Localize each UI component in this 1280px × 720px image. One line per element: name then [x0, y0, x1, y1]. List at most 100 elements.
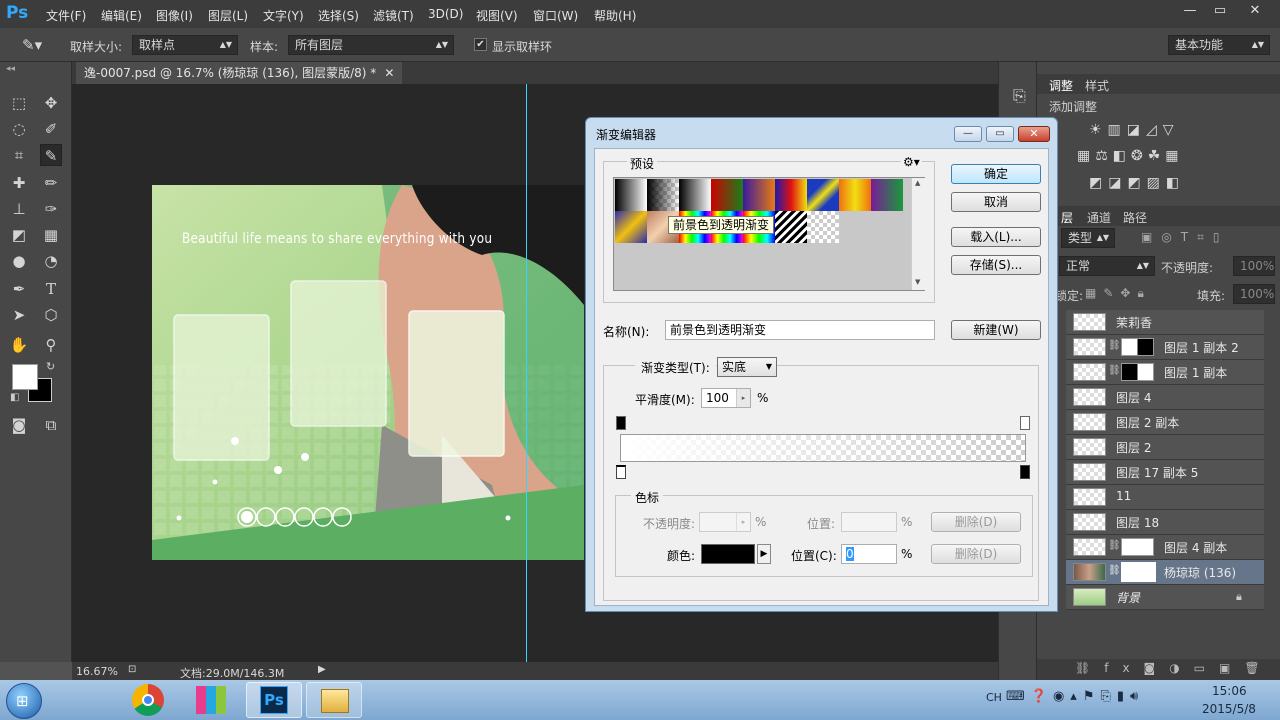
guide-line[interactable] [526, 84, 527, 662]
layer-mask-thumbnail[interactable] [1121, 338, 1154, 356]
menu-layer[interactable]: 图层(L) [208, 7, 248, 24]
close-tab-icon[interactable]: ✕ [384, 66, 394, 80]
brush-tool-icon[interactable]: ✏ [40, 172, 62, 194]
menu-image[interactable]: 图像(I) [156, 7, 193, 24]
photoshop-taskbar-button[interactable]: Ps [246, 682, 302, 718]
document-tab[interactable]: 逸-0007.psd @ 16.7% (杨琼琼 (136), 图层蒙版/8) *… [76, 62, 403, 84]
input-language[interactable]: CH [986, 691, 1002, 704]
adjustment-icons-row-1[interactable]: ☀▥◪◿▽ [1089, 122, 1180, 138]
path-select-tool-icon[interactable]: ➤ [8, 304, 30, 326]
layer-row[interactable]: 图层 17 副本 5 [1066, 460, 1264, 485]
screen-mode-icon[interactable]: ⧉ [40, 414, 62, 436]
preset-swatch[interactable] [807, 179, 839, 211]
layer-mask-thumbnail[interactable] [1121, 538, 1154, 556]
blend-mode-select[interactable]: 正常 ▲▼ [1059, 256, 1155, 276]
fill-field[interactable]: 100% [1233, 284, 1275, 304]
menu-help[interactable]: 帮助(H) [594, 7, 636, 24]
menu-type[interactable]: 文字(Y) [263, 7, 304, 24]
sample-size-select[interactable]: 取样点 ▲▼ [132, 35, 238, 55]
start-button[interactable]: ⊞ [6, 683, 42, 719]
tab-adjustments[interactable]: 调整 [1049, 77, 1073, 94]
marquee-tool-icon[interactable]: ⬚ [8, 92, 30, 114]
save-button[interactable]: 存储(S)... [951, 255, 1041, 275]
workspace-select[interactable]: 基本功能 ▲▼ [1168, 35, 1270, 55]
blur-tool-icon[interactable]: ● [8, 250, 30, 272]
hand-tool-icon[interactable]: ✋ [8, 334, 30, 356]
link-icon[interactable]: ⛓ [1108, 365, 1121, 376]
menu-view[interactable]: 视图(V) [476, 7, 518, 24]
tab-paths[interactable]: 路径 [1123, 209, 1147, 226]
stop-color-swatch[interactable] [701, 544, 755, 564]
healing-tool-icon[interactable]: ✚ [8, 172, 30, 194]
presets-scrollbar[interactable]: ▲ ▼ [911, 178, 925, 290]
tab-channels[interactable]: 通道 [1087, 209, 1111, 226]
clock-time[interactable]: 15:06 [1212, 684, 1247, 698]
zoom-level[interactable]: 16.67% [76, 665, 118, 678]
menu-edit[interactable]: 编辑(E) [101, 7, 142, 24]
shape-tool-icon[interactable]: ⬡ [40, 304, 62, 326]
preset-swatch[interactable] [615, 211, 647, 243]
preset-swatch[interactable] [775, 179, 807, 211]
minimize-icon[interactable]: — [1175, 2, 1205, 20]
preset-swatch[interactable] [839, 179, 871, 211]
scroll-down-icon[interactable]: ▼ [915, 278, 920, 286]
opacity-stop-left[interactable] [616, 416, 626, 430]
zoom-tool-icon[interactable]: ⚲ [40, 334, 62, 356]
menu-select[interactable]: 选择(S) [318, 7, 359, 24]
layer-footer-icons[interactable]: ⛓fx◙◑▭▣🗑︎ [1075, 661, 1274, 675]
color-menu-arrow-icon[interactable]: ▶ [757, 544, 771, 564]
lasso-tool-icon[interactable]: ◌ [8, 118, 30, 140]
opacity-stop-right[interactable] [1020, 416, 1030, 430]
chrome-taskbar-icon[interactable] [132, 684, 164, 716]
explorer-taskbar-button[interactable] [306, 682, 362, 718]
eraser-tool-icon[interactable]: ◩ [8, 224, 30, 246]
layer-row-selected[interactable]: ⛓ 杨琼琼 (136) [1066, 560, 1264, 585]
preset-swatch[interactable] [679, 179, 711, 211]
history-panel-icon[interactable]: ⎘ [1013, 86, 1026, 106]
new-button[interactable]: 新建(W) [951, 320, 1041, 340]
gradient-tool-icon[interactable]: ▦ [40, 224, 62, 246]
layer-filter-select[interactable]: 类型 ▲▼ [1061, 228, 1115, 248]
layer-mask-thumbnail[interactable] [1121, 562, 1156, 582]
layer-row[interactable]: ⛓ 图层 4 副本 [1066, 535, 1264, 560]
layer-row[interactable]: 图层 2 副本 [1066, 410, 1264, 435]
preset-swatch[interactable] [647, 179, 679, 211]
adjustment-icons-row-2[interactable]: ▦⚖◧❂☘▦ [1077, 148, 1184, 164]
stop-location-input[interactable]: 0 [841, 544, 897, 564]
menu-filter[interactable]: 滤镜(T) [373, 7, 414, 24]
eyedropper-icon[interactable]: ✎▾ [22, 36, 42, 54]
collapse-icon[interactable]: ◂◂ [6, 64, 15, 74]
ok-button[interactable]: 确定 [951, 164, 1041, 184]
layer-row[interactable]: ⛓ 图层 1 副本 [1066, 360, 1264, 385]
link-icon[interactable]: ⛓ [1108, 540, 1121, 551]
type-tool-icon[interactable]: T [40, 278, 62, 300]
eyedropper-tool-icon[interactable]: ✎ [40, 144, 62, 166]
layer-row[interactable]: 背景 🔒︎ [1066, 585, 1264, 610]
color-stop-right[interactable] [1020, 465, 1030, 479]
tab-styles[interactable]: 样式 [1085, 77, 1109, 94]
pen-tool-icon[interactable]: ✒ [8, 278, 30, 300]
presets-gear-icon[interactable]: ⚙▾ [901, 155, 922, 169]
load-button[interactable]: 载入(L)... [951, 227, 1041, 247]
status-icon[interactable]: ⊡ [128, 664, 136, 675]
menu-window[interactable]: 窗口(W) [533, 7, 578, 24]
preset-swatch[interactable] [871, 179, 903, 211]
tab-layers[interactable]: 层 [1061, 209, 1073, 226]
tray-icons[interactable]: ⌨❓◉▴⚑⎘▮🔊︎ [1006, 689, 1144, 704]
close-icon[interactable]: ✕ [1240, 2, 1270, 20]
play-arrow-icon[interactable]: ▶ [318, 664, 326, 675]
layer-row[interactable]: 图层 2 [1066, 435, 1264, 460]
chevron-right-icon[interactable]: ▸ [736, 389, 750, 407]
layer-row[interactable]: 图层 4 [1066, 385, 1264, 410]
gradient-preview-bar[interactable] [620, 434, 1026, 462]
cancel-button[interactable]: 取消 [951, 192, 1041, 212]
layer-row[interactable]: 11 [1066, 485, 1264, 510]
preset-swatch[interactable] [615, 179, 647, 211]
dialog-minimize-icon[interactable]: — [954, 126, 982, 142]
dialog-close-icon[interactable]: ✕ [1018, 126, 1050, 142]
clock-date[interactable]: 2015/5/8 [1202, 702, 1256, 716]
menu-3d[interactable]: 3D(D) [428, 7, 463, 21]
document-image[interactable]: Beautiful life means to share everything… [152, 185, 584, 560]
dodge-tool-icon[interactable]: ◔ [40, 250, 62, 272]
delete-opacity-stop-button[interactable]: 删除(D) [931, 512, 1021, 532]
